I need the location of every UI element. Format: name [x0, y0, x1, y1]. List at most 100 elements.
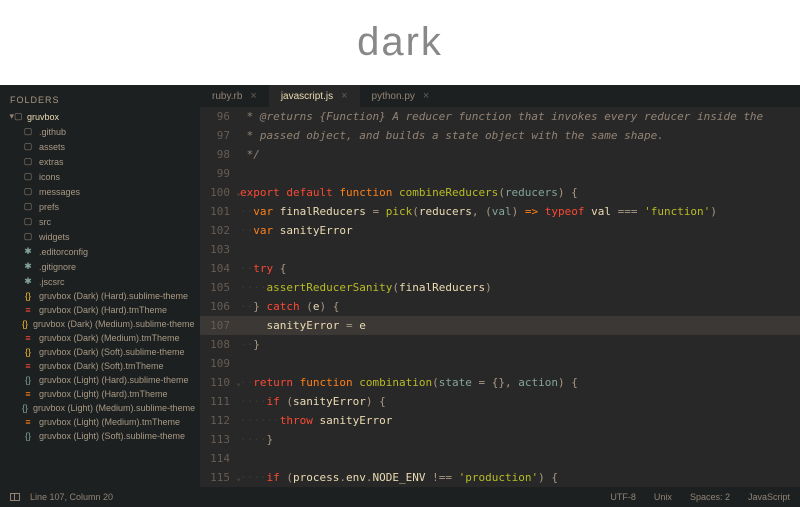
editor-window: FOLDERS ▾▢ gruvbox ▢.github▢assets▢extra… — [0, 85, 800, 507]
line-content: * passed object, and builds a state obje… — [240, 126, 800, 145]
status-bar: Line 107, Column 20 UTF-8 Unix Spaces: 2… — [0, 487, 800, 507]
sidebar-item[interactable]: {} gruvbox (Dark) (Hard).sublime-theme — [0, 289, 200, 303]
line-content — [240, 164, 800, 183]
status-indent[interactable]: Spaces: 2 — [690, 492, 730, 502]
close-icon[interactable]: × — [341, 90, 347, 102]
status-encoding[interactable]: UTF-8 — [610, 492, 636, 502]
tab-label: python.py — [372, 91, 415, 102]
sidebar-item[interactable]: ≡gruvbox (Dark) (Medium).tmTheme — [0, 331, 200, 345]
sidebar-item[interactable]: ✱.editorconfig — [0, 244, 200, 259]
line-number: 107 — [200, 316, 240, 335]
line-content: ··return function combination(state = {}… — [240, 373, 800, 392]
line-number: 102 — [200, 221, 240, 240]
line-content: ····assertReducerSanity(finalReducers) — [240, 278, 800, 297]
code-line: 112······throw sanityError — [200, 411, 800, 430]
line-number: 98 — [200, 145, 240, 164]
tab-label: javascript.js — [281, 91, 333, 102]
conf-icon: ✱ — [22, 261, 34, 272]
line-number: 100⌄ — [200, 183, 240, 202]
sidebar-root-folder[interactable]: ▾▢ gruvbox — [0, 109, 200, 124]
sidebar-item[interactable]: ▢assets — [0, 139, 200, 154]
code-line: 102··var sanityError — [200, 221, 800, 240]
status-cursor[interactable]: Line 107, Column 20 — [30, 492, 113, 502]
tab-label: ruby.rb — [212, 91, 242, 102]
sidebar-item[interactable]: ▢.github — [0, 124, 200, 139]
page-header: dark — [0, 0, 800, 85]
code-line: 113····} — [200, 430, 800, 449]
sidebar-item[interactable]: ≡gruvbox (Dark) (Soft).tmTheme — [0, 359, 200, 373]
code-line: 108··} — [200, 335, 800, 354]
fold-icon[interactable]: ⌄ — [236, 183, 241, 202]
file-label: gruvbox (Light) (Soft).sublime-theme — [39, 431, 185, 441]
line-content: ··} catch (e) { — [240, 297, 800, 316]
line-number: 106 — [200, 297, 240, 316]
code-line: 109 — [200, 354, 800, 373]
sidebar-item[interactable]: ≡ gruvbox (Light) (Hard).tmTheme — [0, 387, 200, 401]
code-editor[interactable]: 96 * @returns {Function} A reducer funct… — [200, 107, 800, 487]
file-tab[interactable]: ruby.rb × — [200, 85, 269, 107]
file-label: .editorconfig — [39, 247, 88, 257]
settings-r-icon: ≡ — [22, 305, 34, 315]
file-label: messages — [39, 187, 80, 197]
sidebar-item[interactable]: ≡gruvbox (Light) (Medium).tmTheme — [0, 415, 200, 429]
folder-icon: ▢ — [22, 216, 34, 227]
file-label: assets — [39, 142, 65, 152]
code-line: 110⌄··return function combination(state … — [200, 373, 800, 392]
line-content: * @returns {Function} A reducer function… — [240, 107, 800, 126]
fold-icon[interactable]: ⌄ — [236, 373, 241, 392]
line-number: 108 — [200, 335, 240, 354]
close-icon[interactable]: × — [250, 90, 256, 102]
file-label: icons — [39, 172, 60, 182]
folder-icon: ▢ — [22, 186, 34, 197]
code-line: 98 */ — [200, 145, 800, 164]
sidebar-item[interactable]: ≡gruvbox (Dark) (Hard).tmTheme — [0, 303, 200, 317]
settings-r-icon: ≡ — [22, 361, 34, 371]
file-label: gruvbox (Dark) (Soft).sublime-theme — [39, 347, 185, 357]
sidebar-item[interactable]: {}gruvbox (Light) (Hard).sublime-theme — [0, 373, 200, 387]
code-line: 105····assertReducerSanity(finalReducers… — [200, 278, 800, 297]
code-line: 106··} catch (e) { — [200, 297, 800, 316]
sidebar-item[interactable]: ✱.gitignore — [0, 259, 200, 274]
line-content — [240, 449, 800, 468]
code-line: 101··var finalReducers = pick(reducers, … — [200, 202, 800, 221]
sidebar-item[interactable]: {} gruvbox (Light) (Soft).sublime-theme — [0, 429, 200, 443]
file-label: gruvbox (Light) (Hard).tmTheme — [39, 389, 168, 399]
code-line: 100⌄export default function combineReduc… — [200, 183, 800, 202]
file-label: prefs — [39, 202, 59, 212]
line-content: */ — [240, 145, 800, 164]
folders-sidebar: FOLDERS ▾▢ gruvbox ▢.github▢assets▢extra… — [0, 85, 200, 487]
sidebar-item[interactable]: ▢ messages — [0, 184, 200, 199]
status-syntax[interactable]: JavaScript — [748, 492, 790, 502]
braces-b-icon: {} — [22, 431, 34, 441]
line-content: ····sanityError = e — [240, 316, 800, 335]
sidebar-item[interactable]: {}gruvbox (Light) (Medium).sublime-theme — [0, 401, 200, 415]
code-line: 114 — [200, 449, 800, 468]
fold-icon[interactable]: ⌄ — [236, 468, 241, 487]
line-content: ··var finalReducers = pick(reducers, (va… — [240, 202, 800, 221]
status-line-endings[interactable]: Unix — [654, 492, 672, 502]
file-label: src — [39, 217, 51, 227]
braces-y-icon: {} — [22, 291, 34, 301]
line-number: 96 — [200, 107, 240, 126]
file-tab[interactable]: python.py × — [360, 85, 442, 107]
sidebar-item[interactable]: ✱.jscsrc — [0, 274, 200, 289]
panel-toggle-icon[interactable] — [10, 493, 20, 501]
sidebar-item[interactable]: {}gruvbox (Dark) (Medium).sublime-theme — [0, 317, 200, 331]
code-line: 107····sanityError = e — [200, 316, 800, 335]
file-label: gruvbox (Dark) (Hard).sublime-theme — [39, 291, 188, 301]
close-icon[interactable]: × — [423, 90, 429, 102]
sidebar-item[interactable]: ▢extras — [0, 154, 200, 169]
braces-b-icon: {} — [22, 403, 28, 413]
file-label: gruvbox (Light) (Hard).sublime-theme — [39, 375, 189, 385]
sidebar-item[interactable]: {}gruvbox (Dark) (Soft).sublime-theme — [0, 345, 200, 359]
sidebar-item[interactable]: ▢widgets — [0, 229, 200, 244]
sidebar-item[interactable]: ▢prefs — [0, 199, 200, 214]
sidebar-item[interactable]: ▢icons — [0, 169, 200, 184]
braces-y-icon: {} — [22, 319, 28, 329]
folder-icon: ▢ — [22, 126, 34, 137]
sidebar-item[interactable]: ▢ src — [0, 214, 200, 229]
file-label: extras — [39, 157, 64, 167]
sidebar-heading: FOLDERS — [0, 91, 200, 109]
settings-o-icon: ≡ — [22, 389, 34, 399]
file-tab[interactable]: javascript.js × — [269, 85, 360, 107]
